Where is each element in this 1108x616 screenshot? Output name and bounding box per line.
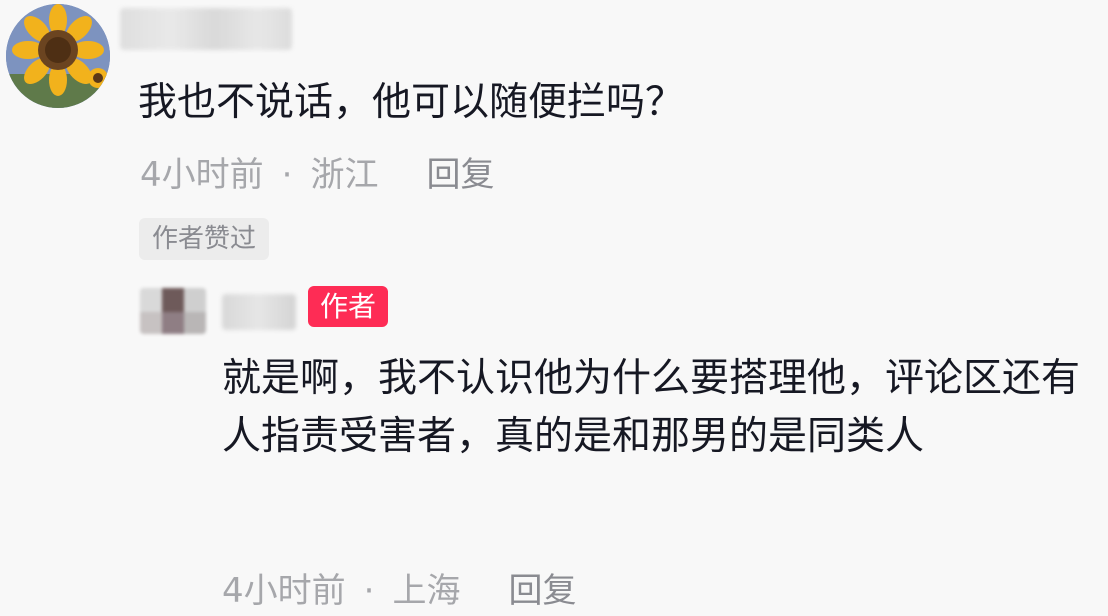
reply-button[interactable]: 回复 — [426, 155, 494, 195]
comment-text: 我也不说话，他可以随便拦吗？ — [138, 80, 685, 125]
reply-meta: 4小时前 · 上海 回复 — [222, 566, 576, 616]
meta-separator: · — [363, 571, 375, 611]
reply-reply-button[interactable]: 回复 — [508, 571, 576, 611]
sunflower-icon — [6, 4, 110, 108]
meta-separator: · — [281, 155, 293, 195]
avatar[interactable] — [6, 4, 110, 108]
comment-time: 4小时前 — [140, 155, 264, 195]
comment-meta: 4小时前 · 浙江 回复 — [140, 150, 494, 200]
reply-time: 4小时前 — [222, 571, 346, 611]
comment-location: 浙江 — [310, 155, 379, 195]
username-blurred[interactable] — [120, 8, 292, 50]
author-liked-badge: 作者赞过 — [139, 218, 270, 260]
reply-text: 就是啊，我不认识他为什么要搭理他，评论区还有人指责受害者，真的是和那男的是同类人 — [222, 356, 1081, 459]
author-badge: 作者 — [308, 286, 389, 327]
reply-username-blurred[interactable] — [222, 294, 296, 330]
reply-location: 上海 — [392, 571, 461, 611]
reply-avatar[interactable] — [140, 288, 206, 334]
